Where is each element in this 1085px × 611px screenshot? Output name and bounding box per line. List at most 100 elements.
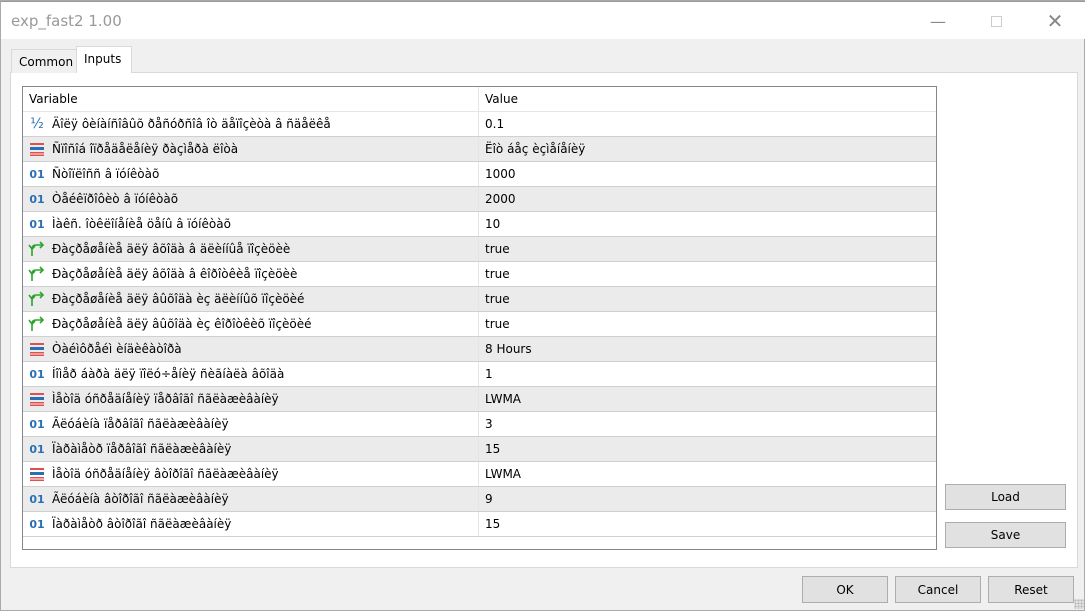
maximize-icon[interactable]	[973, 6, 1019, 36]
variable-value[interactable]: 9	[485, 492, 493, 506]
value-cell[interactable]: 1	[479, 362, 936, 386]
integer-icon: 01	[29, 492, 45, 506]
value-cell[interactable]: Ëîò áåç èçìåíåíèÿ	[479, 137, 936, 161]
variable-name: Ñòîïëîññ â ïóíêòàõ	[52, 167, 160, 181]
close-icon[interactable]: ✕	[1032, 6, 1078, 36]
table-row[interactable]: 01 Ïàðàìåòð ïåðâîãî ñãëàæèâàíèÿ 15	[23, 437, 936, 462]
variable-name: Ñïîñîá îïðåäåëåíèÿ ðàçìåðà ëîòà	[52, 142, 239, 156]
value-cell[interactable]: 15	[479, 437, 936, 461]
load-button[interactable]: Load	[945, 484, 1066, 510]
value-cell[interactable]: 2000	[479, 187, 936, 211]
value-cell[interactable]: 0.1	[479, 112, 936, 136]
ok-button[interactable]: OK	[802, 576, 888, 603]
value-cell[interactable]: 8 Hours	[479, 337, 936, 361]
variable-cell: Ìåòîä óñðåäíåíèÿ ïåðâîãî ñãëàæèâàíèÿ	[23, 387, 479, 411]
integer-icon: 01	[29, 417, 45, 431]
boolean-arrow-icon	[28, 241, 46, 257]
variable-value[interactable]: LWMA	[485, 467, 521, 481]
tab-inputs[interactable]: Inputs	[76, 46, 132, 73]
column-header-value[interactable]: Value	[479, 87, 936, 111]
variable-cell: ½ Äîëÿ ôèíàíñîâûõ ðåñóðñîâ îò äåïîçèòà â …	[23, 112, 479, 136]
table-row[interactable]: 01 Ìàêñ. îòêëîíåíèå öåíû â ïóíêòàõ 10	[23, 212, 936, 237]
variable-name: Äîëÿ ôèíàíñîâûõ ðåñóðñîâ îò äåïîçèòà â ñ…	[52, 117, 331, 131]
variable-cell: Ñïîñîá îïðåäåëåíèÿ ðàçìåðà ëîòà	[23, 137, 479, 161]
reset-button[interactable]: Reset	[988, 576, 1074, 603]
variable-value[interactable]: true	[485, 267, 510, 281]
value-cell[interactable]: 1000	[479, 162, 936, 186]
value-cell[interactable]: true	[479, 287, 936, 311]
table-row[interactable]: 01 Ãëóáèíà ïåðâîãî ñãëàæèâàíèÿ 3	[23, 412, 936, 437]
variable-name: Òåéêïðîôèò â ïóíêòàõ	[52, 192, 179, 206]
integer-icon: 01	[29, 442, 45, 456]
table-header: Variable Value	[23, 87, 936, 112]
title-bar: exp_fast2 1.00 — ✕	[1, 1, 1085, 39]
window-title: exp_fast2 1.00	[11, 12, 122, 30]
variable-value[interactable]: LWMA	[485, 392, 521, 406]
variable-cell: 01 Ãëóáèíà âòîðîãî ñãëàæèâàíèÿ	[23, 487, 479, 511]
enum-list-icon	[28, 466, 46, 482]
variable-cell: 01 Íîìåð áàðà äëÿ ïîëó÷åíèÿ ñèãíàëà âõîäà	[23, 362, 479, 386]
variable-value[interactable]: 1	[485, 367, 493, 381]
table-row[interactable]: 01 Ñòîïëîññ â ïóíêòàõ 1000	[23, 162, 936, 187]
variable-name: Òàéìôðåéì èíäèêàòîðà	[52, 342, 182, 356]
variable-value[interactable]: true	[485, 242, 510, 256]
variable-value[interactable]: 15	[485, 442, 500, 456]
integer-icon: 01	[29, 517, 45, 531]
minimize-icon[interactable]: —	[915, 6, 961, 36]
tab-common[interactable]: Common	[11, 49, 77, 73]
table-row[interactable]: 01 Íîìåð áàðà äëÿ ïîëó÷åíèÿ ñèãíàëà âõîäà…	[23, 362, 936, 387]
variable-name: Ìåòîä óñðåäíåíèÿ ïåðâîãî ñãëàæèâàíèÿ	[52, 392, 279, 406]
table-row[interactable]: 01 Òåéêïðîôèò â ïóíêòàõ 2000	[23, 187, 936, 212]
variable-value[interactable]: 1000	[485, 167, 516, 181]
value-cell[interactable]: LWMA	[479, 387, 936, 411]
variable-value[interactable]: 0.1	[485, 117, 504, 131]
value-cell[interactable]: 9	[479, 487, 936, 511]
table-row[interactable]: Ìåòîä óñðåäíåíèÿ ïåðâîãî ñãëàæèâàíèÿ LWMA	[23, 387, 936, 412]
variable-cell: Òàéìôðåéì èíäèêàòîðà	[23, 337, 479, 361]
variable-name: Ðàçðåøåíèå äëÿ âûõîäà èç êîðîòêèõ ïîçèöè…	[52, 317, 312, 331]
variable-value[interactable]: 10	[485, 217, 500, 231]
value-cell[interactable]: true	[479, 262, 936, 286]
value-cell[interactable]: 10	[479, 212, 936, 236]
table-row[interactable]: Ðàçðåøåíèå äëÿ âõîäà â êîðîòêèå ïîçèöèè t…	[23, 262, 936, 287]
variable-cell: Ðàçðåøåíèå äëÿ âûõîäà èç êîðîòêèõ ïîçèöè…	[23, 312, 479, 336]
variable-value[interactable]: Ëîò áåç èçìåíåíèÿ	[485, 142, 585, 156]
table-row[interactable]: Ðàçðåøåíèå äëÿ âõîäà â äëèííûå ïîçèöèè tr…	[23, 237, 936, 262]
variable-name: Ãëóáèíà âòîðîãî ñãëàæèâàíèÿ	[52, 492, 229, 506]
value-cell[interactable]: LWMA	[479, 462, 936, 486]
variable-value[interactable]: 3	[485, 417, 493, 431]
variable-cell: 01 Ãëóáèíà ïåðâîãî ñãëàæèâàíèÿ	[23, 412, 479, 436]
cancel-button[interactable]: Cancel	[895, 576, 981, 603]
enum-list-icon	[28, 341, 46, 357]
value-cell[interactable]: true	[479, 237, 936, 261]
integer-icon: 01	[29, 192, 45, 206]
integer-icon: 01	[29, 367, 45, 381]
variable-cell: 01 Ñòîïëîññ â ïóíêòàõ	[23, 162, 479, 186]
save-button[interactable]: Save	[945, 522, 1066, 548]
table-row[interactable]: 01 Ãëóáèíà âòîðîãî ñãëàæèâàíèÿ 9	[23, 487, 936, 512]
variable-value[interactable]: true	[485, 317, 510, 331]
variable-value[interactable]: true	[485, 292, 510, 306]
resize-grip-icon[interactable]	[1074, 599, 1084, 609]
variable-value[interactable]: 8 Hours	[485, 342, 532, 356]
table-row[interactable]: Òàéìôðåéì èíäèêàòîðà 8 Hours	[23, 337, 936, 362]
variable-cell: 01 Ìàêñ. îòêëîíåíèå öåíû â ïóíêòàõ	[23, 212, 479, 236]
variable-value[interactable]: 2000	[485, 192, 516, 206]
integer-icon: 01	[29, 217, 45, 231]
variable-cell: Ðàçðåøåíèå äëÿ âõîäà â êîðîòêèå ïîçèöèè	[23, 262, 479, 286]
variable-value[interactable]: 15	[485, 517, 500, 531]
table-row[interactable]: Ðàçðåøåíèå äëÿ âûõîäà èç äëèííûõ ïîçèöèé…	[23, 287, 936, 312]
value-cell[interactable]: 15	[479, 512, 936, 536]
column-header-variable[interactable]: Variable	[23, 87, 479, 111]
variable-name: Ãëóáèíà ïåðâîãî ñãëàæèâàíèÿ	[52, 417, 229, 431]
variable-name: Ðàçðåøåíèå äëÿ âõîäà â êîðîòêèå ïîçèöèè	[52, 267, 298, 281]
table-row[interactable]: ½ Äîëÿ ôèíàíñîâûõ ðåñóðñîâ îò äåïîçèòà â …	[23, 112, 936, 137]
table-row[interactable]: Ðàçðåøåíèå äëÿ âûõîäà èç êîðîòêèõ ïîçèöè…	[23, 312, 936, 337]
table-row[interactable]: Ñïîñîá îïðåäåëåíèÿ ðàçìåðà ëîòà Ëîò áåç è…	[23, 137, 936, 162]
value-cell[interactable]: true	[479, 312, 936, 336]
variable-name: Ìàêñ. îòêëîíåíèå öåíû â ïóíêòàõ	[52, 217, 231, 231]
value-cell[interactable]: 3	[479, 412, 936, 436]
inputs-table: Variable Value ½ Äîëÿ ôèíàíñîâûõ ðåñóðñîâ…	[22, 86, 937, 550]
table-row[interactable]: 01 Ïàðàìåòð âòîðîãî ñãëàæèâàíèÿ 15	[23, 512, 936, 537]
table-row[interactable]: Ìåòîä óñðåäíåíèÿ âòîðîãî ñãëàæèâàíèÿ LWMA	[23, 462, 936, 487]
